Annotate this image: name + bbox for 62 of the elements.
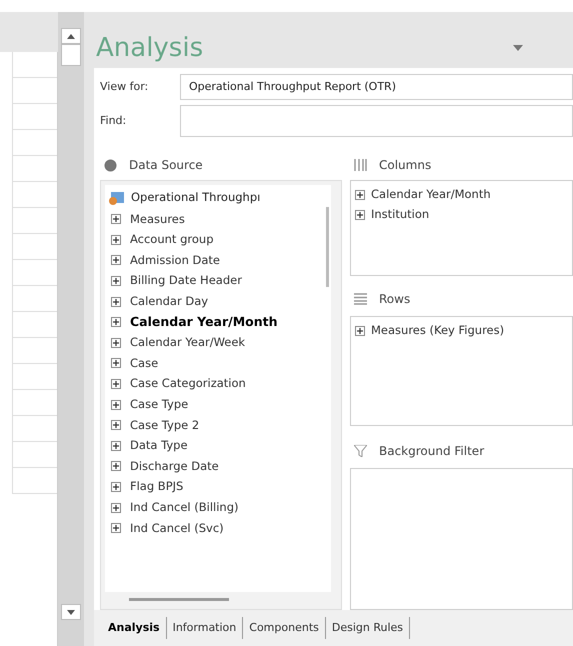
- expand-icon[interactable]: [111, 296, 121, 307]
- tree-item[interactable]: Flag BPJS: [130, 478, 184, 496]
- expand-icon[interactable]: [111, 523, 121, 534]
- rows-icon: [354, 293, 367, 305]
- tree-root[interactable]: Operational Throughpı: [131, 189, 260, 207]
- tab[interactable]: Components: [243, 617, 326, 639]
- tree-item[interactable]: Admission Date: [130, 252, 220, 270]
- expand-icon[interactable]: [111, 255, 121, 266]
- expand-icon[interactable]: [111, 338, 121, 348]
- section-title: Data Source: [129, 157, 203, 174]
- tree-item[interactable]: Case: [130, 354, 158, 372]
- expand-icon[interactable]: [355, 190, 365, 200]
- expand-icon[interactable]: [111, 358, 121, 368]
- expand-icon[interactable]: [111, 440, 121, 451]
- field-item[interactable]: Measures (Key Figures): [371, 322, 504, 340]
- tree-item[interactable]: Calendar Day: [130, 293, 208, 310]
- field-item[interactable]: Calendar Year/Month: [371, 186, 491, 204]
- expand-icon[interactable]: [111, 379, 121, 390]
- panel-title: Analysis: [96, 32, 204, 64]
- scrollbar[interactable]: [58, 12, 84, 646]
- expand-icon[interactable]: [111, 420, 121, 430]
- tree-item[interactable]: Measures: [130, 210, 185, 228]
- view-for-field[interactable]: Operational Throughput Report (OTR): [180, 74, 573, 100]
- scroll-thumb[interactable]: [61, 44, 81, 66]
- scroll-thumb[interactable]: [326, 207, 329, 287]
- expand-icon[interactable]: [111, 400, 121, 410]
- field-item[interactable]: Institution: [371, 206, 430, 224]
- tree-item[interactable]: Case Categorization: [130, 375, 246, 393]
- tab[interactable]: Information: [166, 617, 244, 639]
- scroll-up-icon[interactable]: [61, 28, 81, 44]
- section-title: Background Filter: [379, 443, 484, 460]
- tree-item[interactable]: Case Type 2: [130, 416, 200, 434]
- field-label: Find:: [100, 112, 128, 129]
- filter-icon: [354, 445, 367, 457]
- expand-icon[interactable]: [355, 326, 365, 336]
- tab[interactable]: Analysis: [102, 617, 167, 639]
- expand-icon[interactable]: [111, 502, 121, 513]
- tree-item[interactable]: Ind Cancel (Svc): [130, 520, 224, 537]
- expand-icon[interactable]: [111, 276, 121, 286]
- columns-icon: [354, 159, 367, 171]
- expand-icon[interactable]: [111, 214, 121, 224]
- expand-icon[interactable]: [111, 461, 121, 472]
- dropdown-icon[interactable]: [513, 45, 523, 51]
- expand-icon[interactable]: [111, 482, 121, 492]
- section-title: Columns: [379, 157, 432, 174]
- field-label: View for:: [100, 78, 150, 95]
- tree-item[interactable]: Case Type: [130, 396, 188, 414]
- tree-item[interactable]: Account group: [130, 231, 214, 249]
- find-field[interactable]: [180, 105, 573, 137]
- expand-icon[interactable]: [111, 317, 121, 328]
- expand-icon[interactable]: [355, 210, 365, 220]
- tree-item[interactable]: Discharge Date: [130, 458, 219, 476]
- tree-item[interactable]: Billing Date Header: [130, 272, 242, 290]
- section-title: Rows: [379, 291, 410, 308]
- tree-item[interactable]: Calendar Year/Month: [130, 312, 278, 332]
- tab[interactable]: Design Rules: [326, 617, 410, 639]
- tree-item[interactable]: Data Type: [130, 437, 188, 454]
- expand-icon[interactable]: [111, 234, 121, 245]
- scroll-down-icon[interactable]: [61, 604, 81, 620]
- tree-item[interactable]: Calendar Year/Week: [130, 334, 246, 352]
- scroll-thumb[interactable]: [129, 598, 229, 601]
- tree-item[interactable]: Ind Cancel (Billing): [130, 498, 238, 516]
